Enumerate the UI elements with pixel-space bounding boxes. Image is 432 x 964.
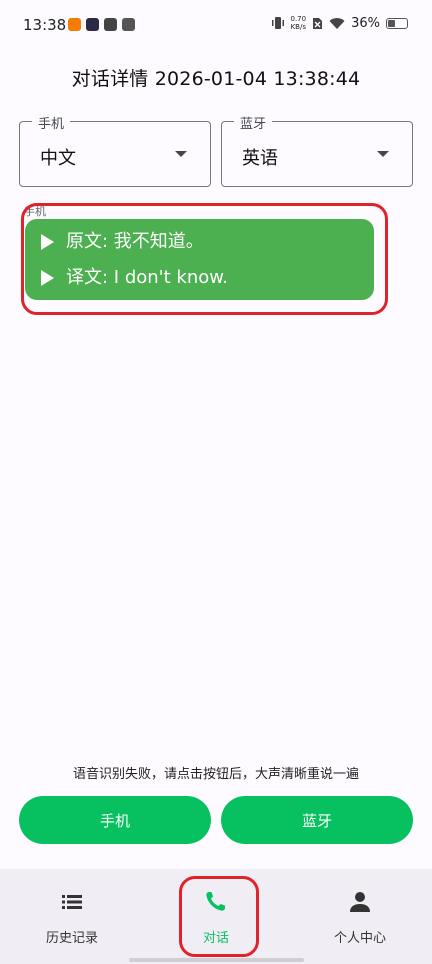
app-notification-icon	[122, 18, 135, 31]
no-sim-icon	[313, 17, 323, 29]
nav-label-history: 历史记录	[45, 931, 98, 946]
phone-language-value: 中文	[40, 148, 76, 169]
home-indicator	[129, 958, 304, 962]
net-speed-value: 0.70	[290, 15, 307, 23]
nav-label-profile: 个人中心	[333, 931, 386, 946]
net-speed-unit: KB/s	[290, 23, 306, 31]
caret-down-icon	[377, 151, 389, 157]
annotation-highlight-message	[21, 203, 388, 315]
nav-item-profile[interactable]: 个人中心	[288, 869, 432, 964]
net-speed: 0.70 KB/s	[291, 15, 307, 31]
wifi-icon	[329, 17, 345, 29]
bluetooth-language-value: 英语	[242, 148, 278, 169]
phone-language-label: 手机	[32, 113, 71, 132]
bluetooth-speak-button[interactable]: 蓝牙	[221, 796, 413, 844]
notification-icons	[68, 18, 135, 31]
list-icon	[62, 895, 82, 909]
battery-icon	[386, 17, 408, 29]
page-title: 对话详情 2026-01-04 13:38:44	[71, 68, 361, 90]
bluetooth-language-label: 蓝牙	[234, 113, 273, 132]
phone-speak-button[interactable]: 手机	[19, 796, 211, 844]
status-time: 13:38	[23, 16, 67, 34]
app-notification-icon	[104, 18, 117, 31]
battery-fill	[388, 19, 396, 27]
phone-language-dropdown[interactable]: 手机 中文	[19, 113, 211, 187]
hint-text: 语音识别失败，请点击按钮后，大声清晰重说一遍	[72, 767, 359, 782]
status-bar: 13:38 0.70 KB/s 36%	[0, 0, 432, 52]
app-notification-icon	[68, 18, 81, 31]
status-indicators: 0.70 KB/s 36%	[271, 15, 408, 31]
caret-down-icon	[175, 151, 187, 157]
nav-item-history[interactable]: 历史记录	[0, 869, 144, 964]
vibrate-icon	[271, 17, 284, 29]
annotation-highlight-nav	[179, 876, 259, 957]
person-icon	[350, 892, 370, 912]
bluetooth-language-dropdown[interactable]: 蓝牙 英语	[221, 113, 413, 187]
app-notification-icon	[86, 18, 99, 31]
battery-percent: 36%	[351, 15, 380, 31]
